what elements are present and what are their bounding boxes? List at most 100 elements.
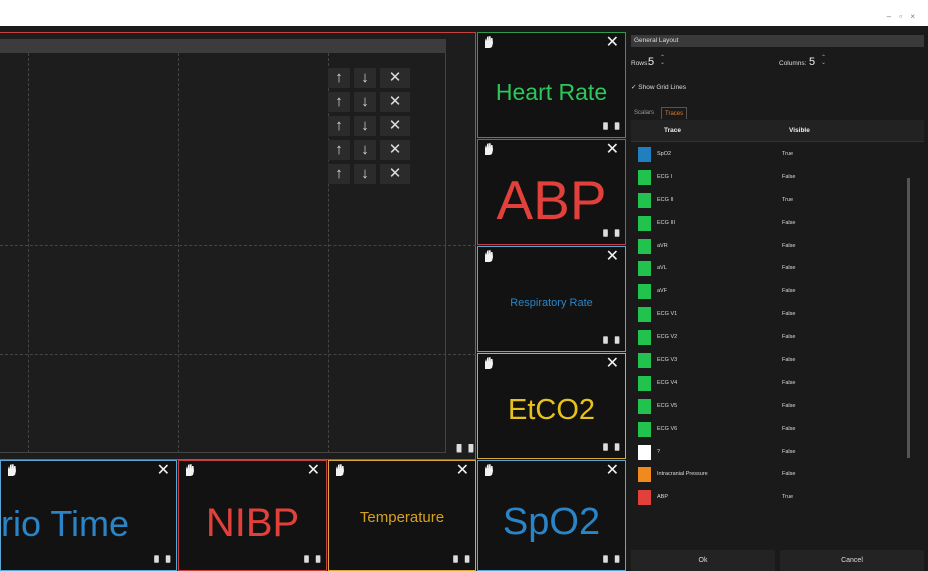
table-row[interactable]: aVR False bbox=[635, 236, 911, 259]
expand-icon[interactable]: ▖▗ ▘▝ bbox=[457, 440, 473, 459]
trace-color-swatch[interactable] bbox=[638, 330, 651, 346]
table-row[interactable]: Intracranial Pressure False bbox=[635, 464, 911, 487]
close-icon[interactable]: ✕ bbox=[606, 142, 619, 158]
close-icon[interactable]: ✕ bbox=[606, 356, 619, 372]
show-grid-checkbox[interactable]: ✓ Show Grid Lines bbox=[631, 83, 686, 91]
trace-color-swatch[interactable] bbox=[638, 238, 651, 254]
tab-scalars[interactable]: Scalars bbox=[631, 107, 657, 119]
expand-icon[interactable]: ▖▗ ▘▝ bbox=[155, 552, 170, 569]
table-row[interactable]: ECG V4 False bbox=[635, 373, 911, 396]
trace-visible-value[interactable]: False bbox=[782, 380, 795, 386]
trace-color-swatch[interactable] bbox=[638, 444, 651, 460]
table-row[interactable]: ECG II True bbox=[635, 190, 911, 213]
expand-icon[interactable]: ▖▗ ▘▝ bbox=[305, 552, 320, 569]
trace-visible-value[interactable]: False bbox=[782, 449, 795, 455]
hand-drag-icon[interactable] bbox=[183, 463, 197, 477]
trace-color-swatch[interactable] bbox=[638, 284, 651, 300]
table-row[interactable]: ECG I False bbox=[635, 167, 911, 190]
trace-visible-value[interactable]: False bbox=[782, 311, 795, 317]
trace-visible-value[interactable]: False bbox=[782, 357, 795, 363]
trace-visible-value[interactable]: True bbox=[782, 494, 793, 500]
expand-icon[interactable]: ▖▗ ▘▝ bbox=[604, 119, 619, 136]
trace-color-swatch[interactable] bbox=[638, 261, 651, 277]
move-up-button[interactable]: ↑ bbox=[328, 164, 350, 184]
expand-icon[interactable]: ▖▗ ▘▝ bbox=[604, 226, 619, 243]
column-header-visible[interactable]: Visible bbox=[789, 127, 810, 134]
move-up-button[interactable]: ↑ bbox=[328, 140, 350, 160]
move-down-button[interactable]: ↓ bbox=[354, 116, 376, 136]
ok-button[interactable]: Ok bbox=[631, 550, 775, 571]
trace-color-swatch[interactable] bbox=[638, 192, 651, 208]
trace-visible-value[interactable]: False bbox=[782, 426, 795, 432]
window-controls[interactable]: – ▫ × bbox=[887, 12, 918, 21]
trace-visible-value[interactable]: False bbox=[782, 471, 795, 477]
trace-color-swatch[interactable] bbox=[638, 169, 651, 185]
temp-tile[interactable]: ✕ Temperature ▖▗ ▘▝ bbox=[328, 460, 476, 571]
table-row[interactable]: aVF False bbox=[635, 281, 911, 304]
trace-visible-value[interactable]: False bbox=[782, 174, 795, 180]
trace-color-swatch[interactable] bbox=[638, 467, 651, 483]
resp-tile[interactable]: ✕ Respiratory Rate ▖▗ ▘▝ bbox=[477, 246, 626, 352]
expand-icon[interactable]: ▖▗ ▘▝ bbox=[604, 552, 619, 569]
table-row[interactable]: ECG V1 False bbox=[635, 304, 911, 327]
trace-color-swatch[interactable] bbox=[638, 215, 651, 231]
nibp-tile[interactable]: ✕ NIBP ▖▗ ▘▝ bbox=[178, 460, 327, 571]
trace-visible-value[interactable]: False bbox=[782, 403, 795, 409]
table-row[interactable]: SpO2 True bbox=[635, 144, 911, 167]
move-up-button[interactable]: ↑ bbox=[328, 116, 350, 136]
hand-drag-icon[interactable] bbox=[482, 356, 496, 370]
close-icon[interactable]: ✕ bbox=[456, 463, 469, 479]
hand-drag-icon[interactable] bbox=[482, 142, 496, 156]
remove-trace-button[interactable]: ✕ bbox=[380, 164, 410, 184]
close-icon[interactable]: ✕ bbox=[606, 35, 619, 51]
trace-visible-value[interactable]: False bbox=[782, 243, 795, 249]
cancel-button[interactable]: Cancel bbox=[780, 550, 924, 571]
expand-icon[interactable]: ▖▗ ▘▝ bbox=[604, 440, 619, 457]
table-row[interactable]: ECG V2 False bbox=[635, 327, 911, 350]
rows-spinner-arrows[interactable]: ⌃ ⌄ bbox=[660, 55, 665, 66]
hand-drag-icon[interactable] bbox=[482, 249, 496, 263]
trace-visible-value[interactable]: False bbox=[782, 288, 795, 294]
table-row[interactable]: ABP True bbox=[635, 487, 911, 510]
table-row[interactable]: ECG V6 False bbox=[635, 419, 911, 442]
hand-drag-icon[interactable] bbox=[482, 463, 496, 477]
remove-trace-button[interactable]: ✕ bbox=[380, 92, 410, 112]
columns-stepper[interactable]: 5 bbox=[809, 56, 815, 68]
trace-color-swatch[interactable] bbox=[638, 375, 651, 391]
abp-tile[interactable]: ✕ ABP ▖▗ ▘▝ bbox=[477, 139, 626, 245]
table-row[interactable]: ECG V5 False bbox=[635, 396, 911, 419]
close-icon[interactable]: ✕ bbox=[606, 463, 619, 479]
hand-drag-icon[interactable] bbox=[5, 463, 19, 477]
hand-drag-icon[interactable] bbox=[482, 35, 496, 49]
expand-icon[interactable]: ▖▗ ▘▝ bbox=[604, 333, 619, 350]
move-up-button[interactable]: ↑ bbox=[328, 92, 350, 112]
remove-trace-button[interactable]: ✕ bbox=[380, 68, 410, 88]
trace-color-swatch[interactable] bbox=[638, 353, 651, 369]
move-down-button[interactable]: ↓ bbox=[354, 140, 376, 160]
trace-color-swatch[interactable] bbox=[638, 490, 651, 506]
table-row[interactable]: ? False bbox=[635, 442, 911, 465]
move-down-button[interactable]: ↓ bbox=[354, 68, 376, 88]
move-down-button[interactable]: ↓ bbox=[354, 92, 376, 112]
trace-visible-value[interactable]: False bbox=[782, 265, 795, 271]
hand-drag-icon[interactable] bbox=[333, 463, 347, 477]
table-row[interactable]: ECG III False bbox=[635, 213, 911, 236]
column-header-trace[interactable]: Trace bbox=[664, 127, 681, 134]
scenario-tile[interactable]: ✕ rio Time ▖▗ ▘▝ bbox=[0, 460, 177, 571]
trace-color-swatch[interactable] bbox=[638, 307, 651, 323]
move-up-button[interactable]: ↑ bbox=[328, 68, 350, 88]
table-row[interactable]: aVL False bbox=[635, 258, 911, 281]
etco2-tile[interactable]: ✕ EtCO2 ▖▗ ▘▝ bbox=[477, 353, 626, 459]
trace-visible-value[interactable]: True bbox=[782, 197, 793, 203]
trace-color-swatch[interactable] bbox=[638, 147, 651, 162]
traces-scrollbar[interactable] bbox=[907, 178, 910, 458]
tab-traces[interactable]: Traces bbox=[661, 107, 688, 119]
heart-rate-tile[interactable]: ✕ Heart Rate ▖▗ ▘▝ bbox=[477, 32, 626, 138]
expand-icon[interactable]: ▖▗ ▘▝ bbox=[454, 552, 469, 569]
remove-trace-button[interactable]: ✕ bbox=[380, 140, 410, 160]
trace-color-swatch[interactable] bbox=[638, 421, 651, 437]
trace-visible-value[interactable]: False bbox=[782, 334, 795, 340]
trace-visible-value[interactable]: True bbox=[782, 151, 793, 157]
trace-color-swatch[interactable] bbox=[638, 398, 651, 414]
spo2-tile[interactable]: ✕ SpO2 ▖▗ ▘▝ bbox=[477, 460, 626, 571]
